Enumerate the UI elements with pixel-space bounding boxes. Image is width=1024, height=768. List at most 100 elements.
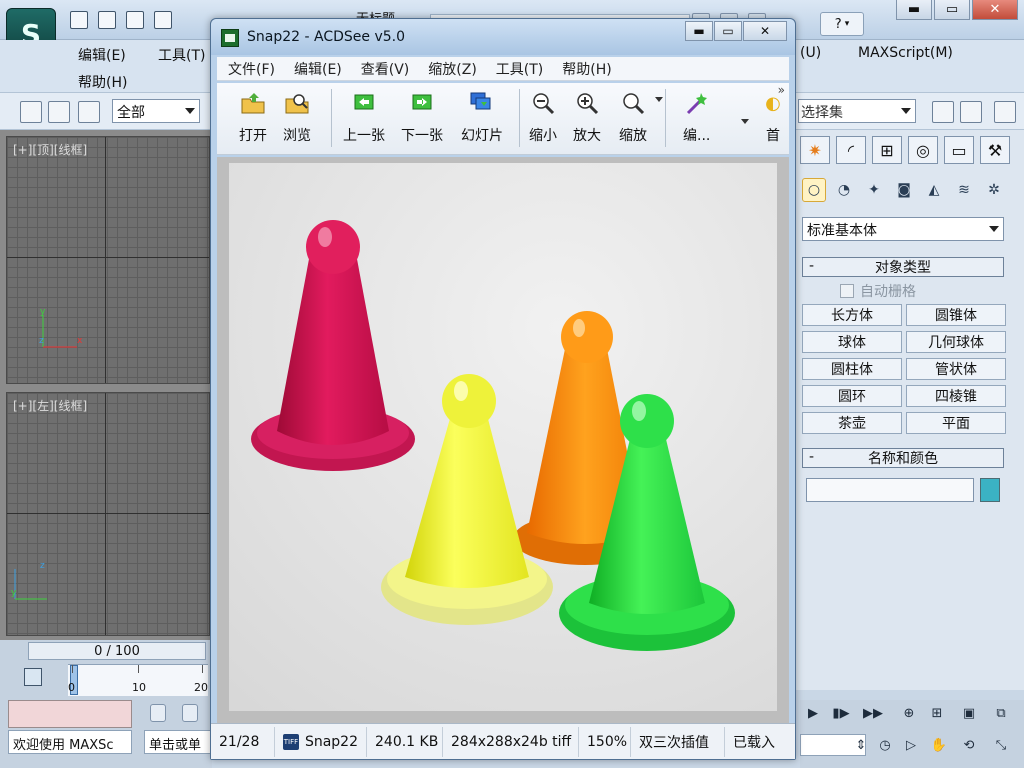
selection-filter-dropdown[interactable]: 全部 [112,99,200,123]
help-button[interactable]: ? ▾ [820,12,864,36]
shapes-icon[interactable]: ◔ [832,178,856,202]
geosphere-button[interactable]: 几何球体 [906,331,1006,353]
edit-dropdown-icon[interactable] [741,119,749,124]
zoom-extents-icon[interactable]: ▣ [958,702,980,724]
go-to-end-icon[interactable]: ▶▶ [862,702,884,724]
object-type-rollout[interactable]: - 对象类型 [802,257,1004,277]
geometry-category-dropdown[interactable]: 标准基本体 [802,217,1004,241]
maximize-viewport-icon[interactable]: ⤡ [990,734,1012,756]
geometry-icon[interactable]: ○ [802,178,826,202]
systems-icon[interactable]: ✲ [982,178,1006,202]
plane-button[interactable]: 平面 [906,412,1006,434]
pyramid-button[interactable]: 四棱锥 [906,385,1006,407]
acdsee-statusbar: 21/28 TIFF Snap22 240.1 KB 284x288x24b ti… [211,723,795,759]
lightbulb-icon[interactable] [150,704,166,722]
mirror-icon[interactable] [932,101,954,123]
display-tab-icon[interactable]: ▭ [944,136,974,164]
helpers-icon[interactable]: ◭ [922,178,946,202]
open-file-icon[interactable] [98,11,116,29]
curve-editor-icon[interactable] [24,668,42,686]
close-icon[interactable]: ✕ [743,21,787,41]
zoom-button[interactable]: 缩放 [619,91,647,151]
acdsee-app-icon[interactable] [221,29,239,47]
create-tab-icon[interactable]: ✷ [800,136,830,164]
zoom-all-icon[interactable]: ⊞ [926,702,948,724]
viewport-left[interactable]: [+][左][线框] z y [6,392,210,636]
menu-file[interactable]: 文件(F) [228,59,275,79]
slideshow-button[interactable]: 幻灯片 [461,91,503,151]
link-icon[interactable] [20,101,42,123]
menu-tools[interactable]: 工具(T) [496,59,543,79]
spinner-icon[interactable]: ⇕ [850,734,872,756]
orbit-icon[interactable]: ⟲ [958,734,980,756]
cone-button[interactable]: 圆锥体 [906,304,1006,326]
first-button[interactable]: ◐ 首 [763,91,783,151]
menu-edit[interactable]: 编辑(E) [294,59,342,79]
menu-help[interactable]: 帮助(H) [562,59,611,79]
cameras-icon[interactable]: ◙ [892,178,916,202]
menu-view[interactable]: 查看(V) [361,59,410,79]
zoom-extents-all-icon[interactable]: ⧉ [990,702,1012,724]
sphere-button[interactable]: 球体 [802,331,902,353]
viewport-top[interactable]: [+][顶][线框] y z x [6,136,210,384]
zoom-out-button[interactable]: 缩小 [529,91,557,151]
menu-help[interactable]: 帮助(H) [78,72,127,92]
acdsee-titlebar[interactable]: Snap22 - ACDSee v5.0 ▬ ▭ ✕ [211,19,795,55]
torus-button[interactable]: 圆环 [802,385,902,407]
name-color-rollout[interactable]: - 名称和颜色 [802,448,1004,468]
modify-tab-icon[interactable]: ◜ [836,136,866,164]
hierarchy-tab-icon[interactable]: ⊞ [872,136,902,164]
motion-tab-icon[interactable]: ◎ [908,136,938,164]
open-button[interactable]: 打开 [239,91,267,151]
cylinder-button[interactable]: 圆柱体 [802,358,902,380]
maximize-icon[interactable]: ▭ [934,0,970,20]
close-icon[interactable]: ✕ [972,0,1018,20]
undo-icon[interactable] [154,11,172,29]
maxscript-welcome[interactable]: 欢迎使用 MAXSc [8,730,132,754]
viewport-top-label[interactable]: [+][顶][线框] [13,141,87,158]
image-viewer[interactable] [217,157,789,723]
teapot-button[interactable]: 茶壶 [802,412,902,434]
object-name-input[interactable] [806,478,974,502]
track-bar[interactable]: 0 10 20 [68,664,208,696]
zoom-in-button[interactable]: 放大 [573,91,601,151]
autogrid-checkbox[interactable]: 自动栅格 [840,281,916,301]
menu-tools[interactable]: 工具(T) [158,45,205,65]
spacewarps-icon[interactable]: ≋ [952,178,976,202]
next-frame-icon[interactable]: ▮▶ [830,702,852,724]
maximize-icon[interactable]: ▭ [714,21,742,41]
save-icon[interactable] [126,11,144,29]
bind-spacewarp-icon[interactable] [78,101,100,123]
tube-button[interactable]: 管状体 [906,358,1006,380]
layer-icon[interactable] [994,101,1016,123]
menu-zoom[interactable]: 缩放(Z) [428,59,477,79]
menu-edit[interactable]: 编辑(E) [78,45,126,65]
lights-icon[interactable]: ✦ [862,178,886,202]
unlink-icon[interactable] [48,101,70,123]
fov-icon[interactable]: ▷ [900,734,922,756]
menu-customize[interactable]: (U) [800,45,821,61]
browse-button[interactable]: 浏览 [283,91,311,151]
edit-button[interactable]: 编... [683,91,710,151]
next-button[interactable]: 下一张 [401,91,443,151]
previous-button[interactable]: 上一张 [343,91,385,151]
viewport-left-label[interactable]: [+][左][线框] [13,397,87,414]
named-selection-dropdown[interactable]: 选择集 [798,99,916,123]
toolbar-overflow-icon[interactable]: » [778,83,785,97]
play-icon[interactable]: ▶ [802,702,824,724]
pan-icon[interactable]: ✋ [928,734,950,756]
menu-maxscript[interactable]: MAXScript(M) [858,45,953,61]
minimize-icon[interactable]: ▬ [685,21,713,41]
utilities-tab-icon[interactable]: ⚒ [980,136,1010,164]
time-slider[interactable]: 0 / 100 [28,642,206,660]
zoom-dropdown-icon[interactable] [655,97,663,102]
new-file-icon[interactable] [70,11,88,29]
box-button[interactable]: 长方体 [802,304,902,326]
object-color-swatch[interactable] [980,478,1000,502]
listener-mini[interactable] [8,700,132,728]
zoom-icon[interactable]: ⊕ [898,702,920,724]
align-icon[interactable] [960,101,982,123]
minimize-icon[interactable]: ▬ [896,0,932,20]
lock-icon[interactable] [182,704,198,722]
time-config-icon[interactable]: ◷ [874,734,896,756]
